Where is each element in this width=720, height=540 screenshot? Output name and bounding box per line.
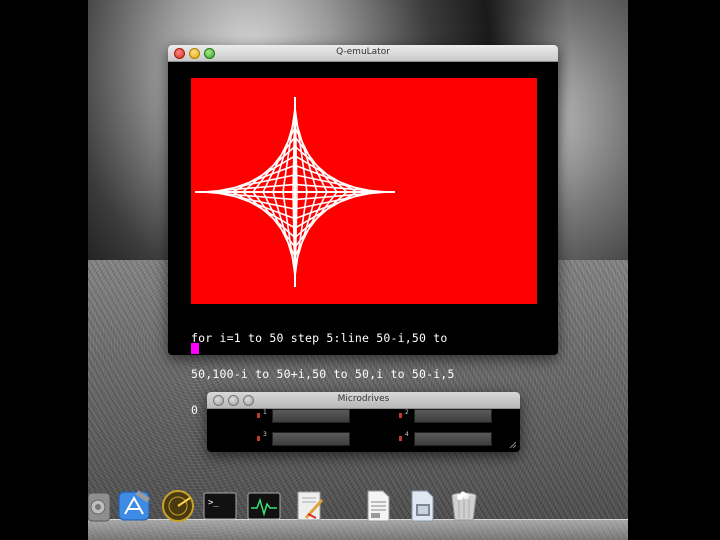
microdrive-slot-2[interactable] — [414, 409, 492, 423]
microdrive-slot-4[interactable] — [414, 432, 492, 446]
console-line: 50,100-i to 50+i,50 to 50,i to 50-i,5 — [191, 367, 455, 381]
svg-text:>_: >_ — [208, 498, 219, 508]
text-document-icon[interactable] — [360, 488, 396, 524]
trash-icon[interactable] — [446, 488, 482, 524]
line-art-star — [195, 97, 395, 287]
microdrives-titlebar[interactable]: Microdrives — [207, 392, 520, 409]
preview-icon[interactable] — [404, 488, 440, 524]
microdrives-window: Microdrives 1 2 3 4 — [207, 392, 520, 452]
qemulator-titlebar[interactable]: Q-emuLator — [168, 45, 558, 62]
drive-led — [257, 436, 260, 441]
terminal-icon[interactable]: >_ — [202, 488, 238, 524]
radar-icon[interactable] — [160, 488, 196, 524]
script-editor-icon[interactable] — [292, 488, 328, 524]
dock: >_ — [88, 478, 628, 540]
drive-number: 1 — [263, 409, 267, 416]
drive-number: 2 — [405, 409, 409, 416]
drive-number: 4 — [405, 431, 409, 438]
emulator-screen[interactable] — [191, 78, 537, 304]
drive-number: 3 — [263, 431, 267, 438]
qemulator-window: Q-emuLator for i=1 to 50 step 5:line 50-… — [168, 45, 558, 416]
microdrive-slot-3[interactable] — [272, 432, 350, 446]
drive-led — [399, 413, 402, 418]
drive-led — [257, 413, 260, 418]
microdrive-slot-1[interactable] — [272, 409, 350, 423]
window-title: Q-emuLator — [336, 47, 390, 57]
console-line: for i=1 to 50 step 5:line 50-i,50 to — [191, 331, 448, 345]
resize-grip-icon[interactable] — [509, 441, 517, 449]
system-preferences-icon[interactable] — [88, 488, 112, 524]
window-title: Microdrives — [337, 394, 390, 404]
xcode-icon[interactable] — [116, 488, 152, 524]
text-cursor — [191, 343, 199, 354]
drive-led — [399, 436, 402, 441]
activity-monitor-icon[interactable] — [246, 488, 282, 524]
